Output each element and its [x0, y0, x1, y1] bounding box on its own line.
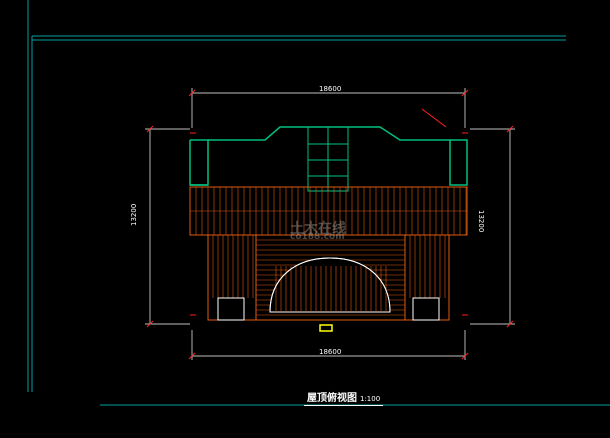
- oval-deck: [269, 257, 391, 313]
- dimension-right-label: 13200: [477, 210, 485, 233]
- drawing-title-block: 屋顶俯视图 1:100: [304, 388, 384, 406]
- drawing-scale: 1:100: [360, 395, 381, 403]
- stair-module: [307, 126, 349, 192]
- dimension-left-label: 13200: [130, 203, 138, 226]
- watermark-subtext: co188.com: [290, 232, 345, 242]
- cad-drawing-canvas: 18600 18600 13200 13200 土木在线 co188.com 屋…: [0, 0, 610, 434]
- right-corner-box: [412, 297, 440, 321]
- sheet-frame: [27, 0, 610, 406]
- dimension-top-label: 18600: [319, 85, 342, 93]
- entrance-marker: [319, 324, 333, 332]
- drawing-title: 屋顶俯视图: [307, 393, 357, 404]
- left-corner-box: [217, 297, 245, 321]
- roof-plan-svg: [27, 0, 610, 406]
- dimension-bottom-label: 18600: [319, 348, 342, 356]
